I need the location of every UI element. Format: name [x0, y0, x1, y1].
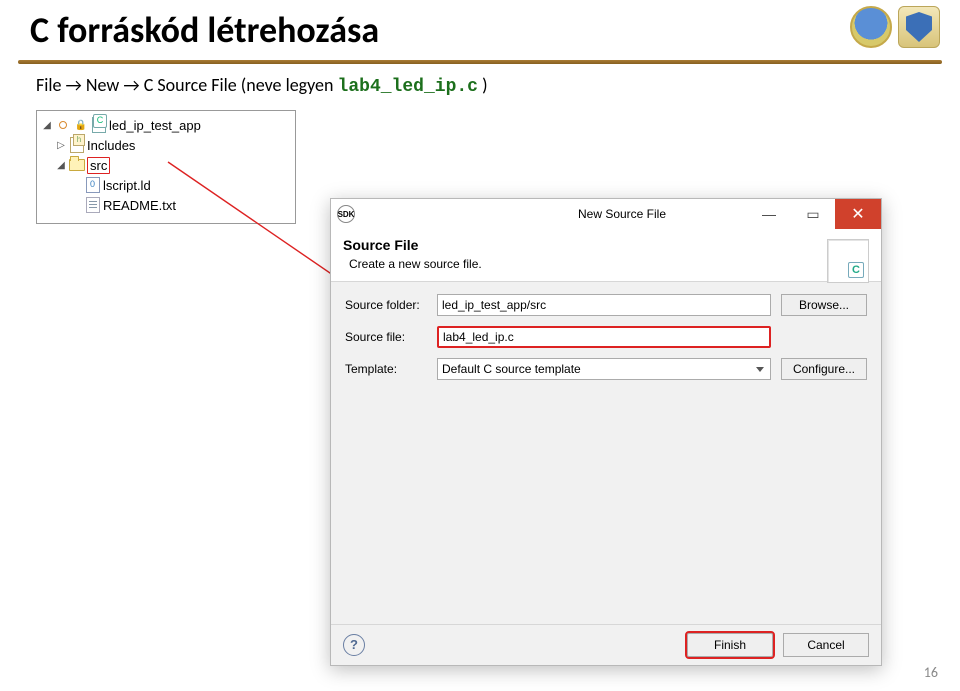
folder-icon: [69, 157, 85, 173]
label-template: Template:: [345, 362, 437, 376]
linker-file-icon: [85, 177, 101, 193]
tree-row-includes[interactable]: ▷ Includes: [37, 135, 295, 155]
dialog-body: Source folder: led_ip_test_app/src Brows…: [331, 282, 881, 414]
dialog-titlebar[interactable]: SDK New Source File — ▭ ✕: [331, 199, 881, 229]
university-seal-icon: [850, 6, 892, 48]
browse-button[interactable]: Browse...: [781, 294, 867, 316]
project-name: led_ip_test_app: [109, 118, 201, 133]
dialog-spacer: [331, 414, 881, 624]
dialog-footer: ? Finish Cancel: [331, 624, 881, 665]
label-source-file: Source file:: [345, 330, 437, 344]
text-file-icon: [85, 197, 101, 213]
twisty-closed-icon[interactable]: ▷: [55, 140, 67, 151]
configure-button[interactable]: Configure...: [781, 358, 867, 380]
slide-title: C forráskód létrehozása: [30, 8, 379, 52]
faculty-crest-icon: [898, 6, 940, 48]
sdk-app-icon: SDK: [337, 205, 355, 223]
twisty-open-icon[interactable]: ◢: [55, 160, 67, 171]
instruction-suffix: ): [482, 74, 487, 96]
c-badge: C: [848, 262, 864, 278]
lock-icon: 🔒: [73, 117, 89, 133]
twisty-open-icon[interactable]: ◢: [41, 120, 53, 131]
help-button[interactable]: ?: [343, 634, 365, 656]
row-template: Template: Default C source template Conf…: [345, 358, 867, 380]
dialog-header: Source File Create a new source file. C: [331, 229, 881, 282]
c-source-banner-icon: C: [827, 239, 869, 283]
label-source-folder: Source folder:: [345, 298, 437, 312]
template-value: Default C source template: [442, 362, 581, 376]
close-button[interactable]: ✕: [835, 199, 881, 229]
instruction-text: File → New → C Source File (neve legyen …: [36, 74, 488, 97]
includes-label: Includes: [87, 138, 135, 153]
source-file-value: lab4_led_ip.c: [443, 330, 514, 344]
c-project-icon: [91, 117, 107, 133]
template-select[interactable]: Default C source template: [437, 358, 771, 380]
row-source-folder: Source folder: led_ip_test_app/src Brows…: [345, 294, 867, 316]
includes-icon: [69, 137, 85, 153]
target-icon: [55, 117, 71, 133]
instruction-filename: lab4_led_ip.c: [338, 77, 478, 97]
tree-row-src[interactable]: ◢ src: [37, 155, 295, 175]
page-number: 16: [924, 664, 938, 681]
new-source-file-dialog: SDK New Source File — ▭ ✕ Source File Cr…: [330, 198, 882, 666]
cancel-button[interactable]: Cancel: [783, 633, 869, 657]
minimize-button[interactable]: —: [747, 199, 791, 229]
dialog-header-subtitle: Create a new source file.: [343, 253, 869, 271]
dialog-header-title: Source File: [343, 237, 869, 253]
logo-group: [850, 6, 940, 48]
row-source-file: Source file: lab4_led_ip.c: [345, 326, 867, 348]
tree-row-lscript[interactable]: lscript.ld: [37, 175, 295, 195]
title-divider: [18, 60, 942, 64]
tree-row-readme[interactable]: README.txt: [37, 195, 295, 215]
source-folder-value: led_ip_test_app/src: [442, 298, 546, 312]
finish-button[interactable]: Finish: [687, 633, 773, 657]
project-explorer: ◢ 🔒 led_ip_test_app ▷ Includes ◢ src lsc…: [36, 110, 296, 224]
readme-label: README.txt: [103, 198, 176, 213]
source-folder-input[interactable]: led_ip_test_app/src: [437, 294, 771, 316]
instruction-prefix: File → New → C Source File (neve legyen: [36, 74, 338, 96]
src-label: src: [87, 157, 110, 174]
source-file-input[interactable]: lab4_led_ip.c: [437, 326, 771, 348]
maximize-button[interactable]: ▭: [791, 199, 835, 229]
tree-row-project[interactable]: ◢ 🔒 led_ip_test_app: [37, 115, 295, 135]
lscript-label: lscript.ld: [103, 178, 151, 193]
